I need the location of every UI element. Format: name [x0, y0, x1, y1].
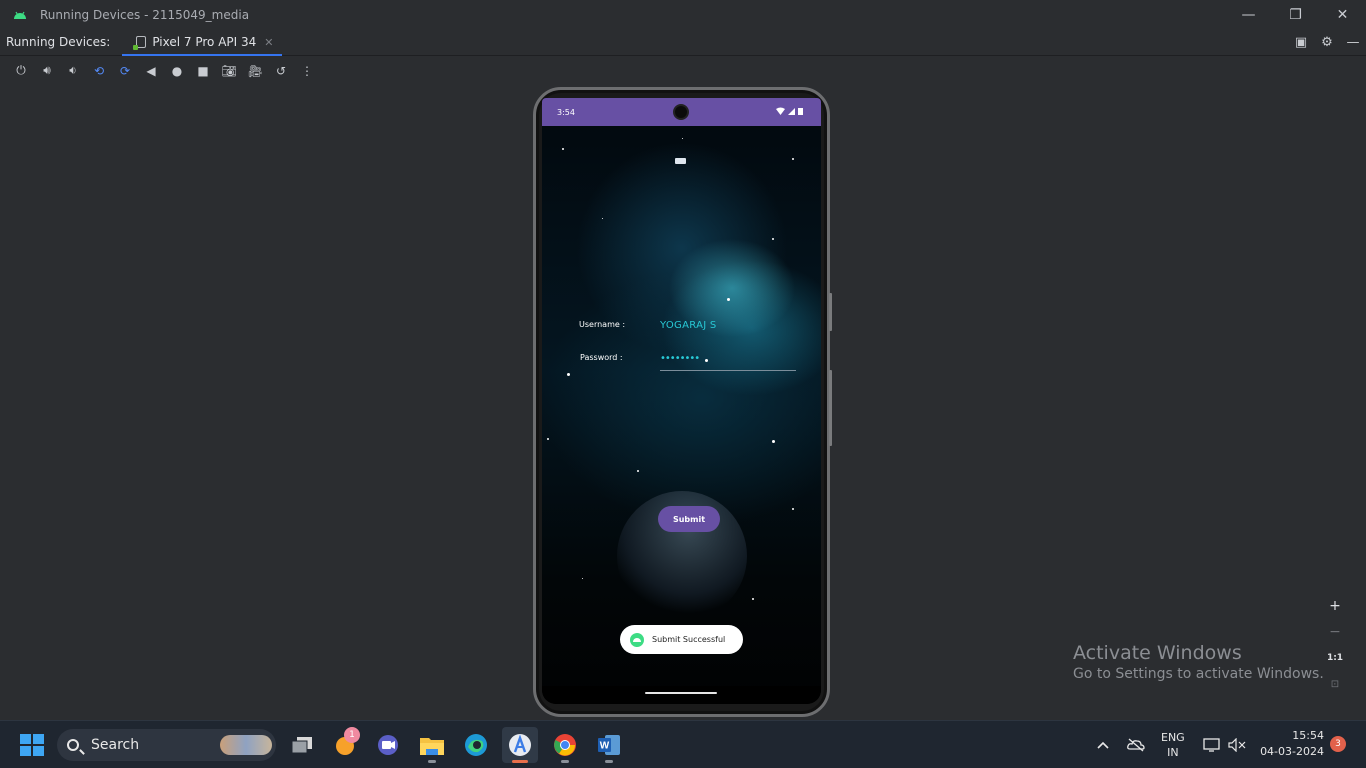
star: [792, 508, 794, 510]
top-badge-icon: [675, 158, 686, 164]
home-icon[interactable]: ●: [164, 60, 190, 82]
username-field[interactable]: YOGARAJ S: [660, 320, 717, 331]
screen-record-icon[interactable]: 🎥︎: [242, 60, 268, 82]
star: [727, 298, 730, 301]
reset-icon[interactable]: ↺: [268, 60, 294, 82]
word-app-icon[interactable]: W: [591, 727, 627, 763]
password-underline: [660, 370, 796, 371]
star: [752, 598, 754, 600]
toast-text: Submit Successful: [652, 635, 726, 644]
region-code: IN: [1167, 746, 1179, 759]
running-devices-label: Running Devices:: [6, 35, 111, 49]
overview-icon[interactable]: ■: [190, 60, 216, 82]
language-code: ENG: [1161, 731, 1185, 744]
home-gesture-pill[interactable]: [645, 692, 717, 694]
star: [792, 158, 794, 160]
camera-icon[interactable]: 📷︎: [216, 60, 242, 82]
notification-count-badge[interactable]: 3: [1330, 736, 1346, 752]
star: [772, 440, 775, 443]
search-highlight-image: [220, 735, 272, 755]
search-label: Search: [91, 737, 140, 753]
running-devices-tabbar: Running Devices: Pixel 7 Pro API 34 ✕ ▣ …: [0, 29, 1366, 56]
mail-notification-badge: 1: [344, 727, 360, 743]
zoom-controls: + − 1:1 ⊡: [1322, 593, 1348, 699]
star: [602, 218, 603, 219]
actual-size-button[interactable]: 1:1: [1322, 645, 1348, 671]
phone-side-button[interactable]: [829, 293, 832, 331]
password-label: Password :: [580, 353, 623, 362]
star: [567, 373, 570, 376]
tab-pixel-7-pro[interactable]: Pixel 7 Pro API 34 ✕: [122, 29, 282, 56]
rotate-right-icon[interactable]: ⟳: [112, 60, 138, 82]
star: [682, 138, 683, 139]
onedrive-offline-icon[interactable]: [1127, 721, 1145, 768]
wifi-icon: [776, 107, 785, 115]
android-status-bar: 3:54: [542, 98, 821, 126]
activate-heading: Activate Windows: [1073, 642, 1242, 664]
device-icon: [133, 36, 147, 50]
rotate-left-icon[interactable]: ⟲: [86, 60, 112, 82]
more-options-icon[interactable]: ⋮: [294, 60, 320, 82]
star: [772, 238, 774, 240]
status-icons: [776, 107, 803, 115]
emulator-toolbar: ⏻ 🔊︎ 🔉︎ ⟲ ⟳ ◀ ● ■ 📷︎ 🎥︎ ↺ ⋮: [0, 57, 1366, 84]
android-nav-bar: [542, 686, 821, 704]
volume-down-icon[interactable]: 🔉︎: [60, 60, 86, 82]
taskbar-clock[interactable]: 15:54 04-03-2024: [1258, 728, 1324, 760]
activate-windows-watermark: Activate Windows Go to Settings to activ…: [1073, 642, 1324, 682]
minimize-button[interactable]: —: [1225, 0, 1272, 29]
star: [547, 438, 549, 440]
submit-button[interactable]: Submit: [658, 506, 720, 532]
edge-browser-icon[interactable]: [458, 727, 494, 763]
windows-start-icon[interactable]: [20, 734, 44, 756]
tab-label: Pixel 7 Pro API 34: [152, 35, 257, 49]
star: [637, 470, 639, 472]
layout-icon[interactable]: ▣: [1294, 35, 1308, 50]
file-explorer-icon[interactable]: [414, 727, 450, 763]
phone-screen: 3:54 Username : YOGARAJ S Password : •••…: [542, 98, 821, 704]
password-field[interactable]: ••••••••: [660, 354, 700, 364]
speaker-muted-icon[interactable]: [1228, 721, 1246, 768]
battery-icon: [798, 107, 803, 115]
phone-volume-button[interactable]: [829, 370, 832, 446]
volume-up-icon[interactable]: 🔊︎: [34, 60, 60, 82]
restore-button[interactable]: ❐: [1272, 0, 1319, 29]
tab-close-icon[interactable]: ✕: [264, 36, 273, 49]
task-view-icon[interactable]: [284, 727, 320, 763]
star: [562, 148, 564, 150]
android-studio-taskbar-icon[interactable]: [502, 727, 538, 763]
input-language[interactable]: ENG IN: [1161, 730, 1185, 760]
username-label: Username :: [579, 320, 626, 329]
fit-screen-button[interactable]: ⊡: [1322, 671, 1348, 697]
toast-message: Submit Successful: [620, 625, 743, 654]
activate-subtext: Go to Settings to activate Windows.: [1073, 666, 1324, 682]
search-icon: [67, 739, 79, 751]
clock-date: 04-03-2024: [1260, 745, 1324, 758]
show-hidden-icons-chevron-icon[interactable]: [1096, 721, 1110, 768]
signal-icon: [788, 107, 795, 115]
taskbar-search[interactable]: Search: [57, 729, 276, 761]
power-icon[interactable]: ⏻: [8, 60, 34, 82]
clock-time: 15:54: [1292, 729, 1324, 742]
star: [705, 359, 708, 362]
android-app-icon: [630, 632, 644, 647]
android-studio-icon: [14, 11, 26, 19]
zoom-out-button[interactable]: −: [1322, 619, 1348, 645]
star: [582, 578, 583, 579]
gear-icon[interactable]: ⚙: [1320, 35, 1334, 50]
hide-panel-icon[interactable]: —: [1346, 35, 1360, 50]
front-camera: [673, 104, 689, 120]
zoom-in-button[interactable]: +: [1322, 593, 1348, 619]
close-window-button[interactable]: ✕: [1319, 0, 1366, 29]
status-time: 3:54: [557, 107, 575, 117]
svg-text:W: W: [600, 741, 610, 752]
network-icon[interactable]: [1203, 721, 1221, 768]
window-title: Running Devices - 2115049_media: [40, 7, 250, 22]
teams-meet-icon[interactable]: [370, 727, 406, 763]
back-icon[interactable]: ◀: [138, 60, 164, 82]
chrome-browser-icon[interactable]: [547, 727, 583, 763]
title-bar: Running Devices - 2115049_media — ❐ ✕: [0, 0, 1366, 29]
